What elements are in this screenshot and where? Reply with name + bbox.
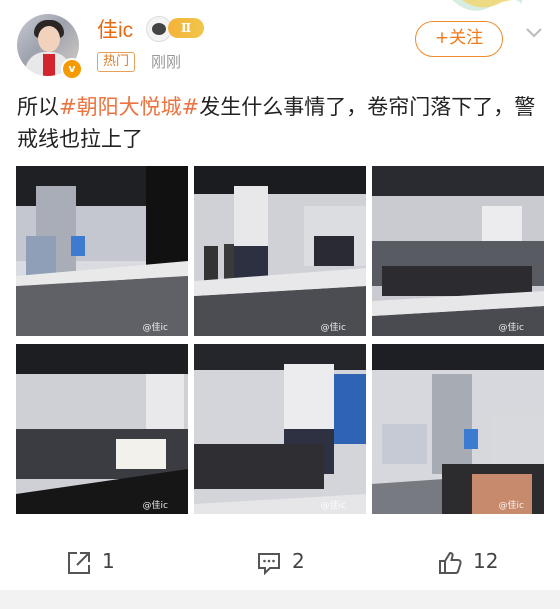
verified-icon: v	[61, 58, 83, 80]
comment-button[interactable]: 2	[256, 540, 346, 584]
post-time: 刚刚	[151, 53, 182, 71]
author-name[interactable]: 佳ic	[97, 14, 133, 44]
thumbs-up-icon	[439, 551, 462, 574]
decoration-icon	[452, 0, 522, 11]
comment-icon	[258, 553, 280, 576]
photo-watermark: @佳ic	[320, 501, 346, 511]
photo-grid: @佳ic @佳ic @佳ic @佳ic @佳ic @佳ic	[16, 166, 544, 516]
chevron-down-icon[interactable]	[524, 22, 544, 42]
feed-divider	[0, 590, 560, 609]
photo-4[interactable]: @佳ic	[16, 344, 188, 514]
like-count: 12	[473, 549, 499, 573]
photo-watermark: @佳ic	[142, 501, 168, 511]
avatar[interactable]: v	[17, 14, 83, 80]
level-badge: Ⅱ	[168, 18, 204, 38]
photo-2[interactable]: @佳ic	[194, 166, 366, 336]
share-icon	[68, 552, 90, 574]
photo-watermark: @佳ic	[498, 501, 524, 511]
photo-1[interactable]: @佳ic	[16, 166, 188, 336]
photo-watermark: @佳ic	[142, 323, 168, 333]
photo-watermark: @佳ic	[320, 323, 346, 333]
hashtag-link[interactable]: #朝阳大悦城#	[59, 95, 199, 119]
follow-button[interactable]: +关注	[415, 21, 503, 57]
share-count: 1	[102, 549, 115, 573]
photo-6[interactable]: @佳ic	[372, 344, 544, 514]
hot-tag: 热门	[97, 52, 136, 72]
comment-count: 2	[292, 549, 305, 573]
weibo-post: v 佳ic Ⅱ 热门 刚刚 +关注 所以#朝阳大悦城#发生什么事情了，卷帘门落下…	[0, 0, 560, 609]
photo-3[interactable]: @佳ic	[372, 166, 544, 336]
share-button[interactable]: 1	[66, 540, 156, 584]
action-bar: 1 2 12	[0, 540, 560, 584]
like-button[interactable]: 12	[437, 540, 537, 584]
post-text-intro: 所以	[17, 95, 59, 119]
photo-5[interactable]: @佳ic	[194, 344, 366, 514]
photo-watermark: @佳ic	[498, 323, 524, 333]
post-text: 所以#朝阳大悦城#发生什么事情了，卷帘门落下了，警戒线也拉上了	[17, 91, 537, 155]
